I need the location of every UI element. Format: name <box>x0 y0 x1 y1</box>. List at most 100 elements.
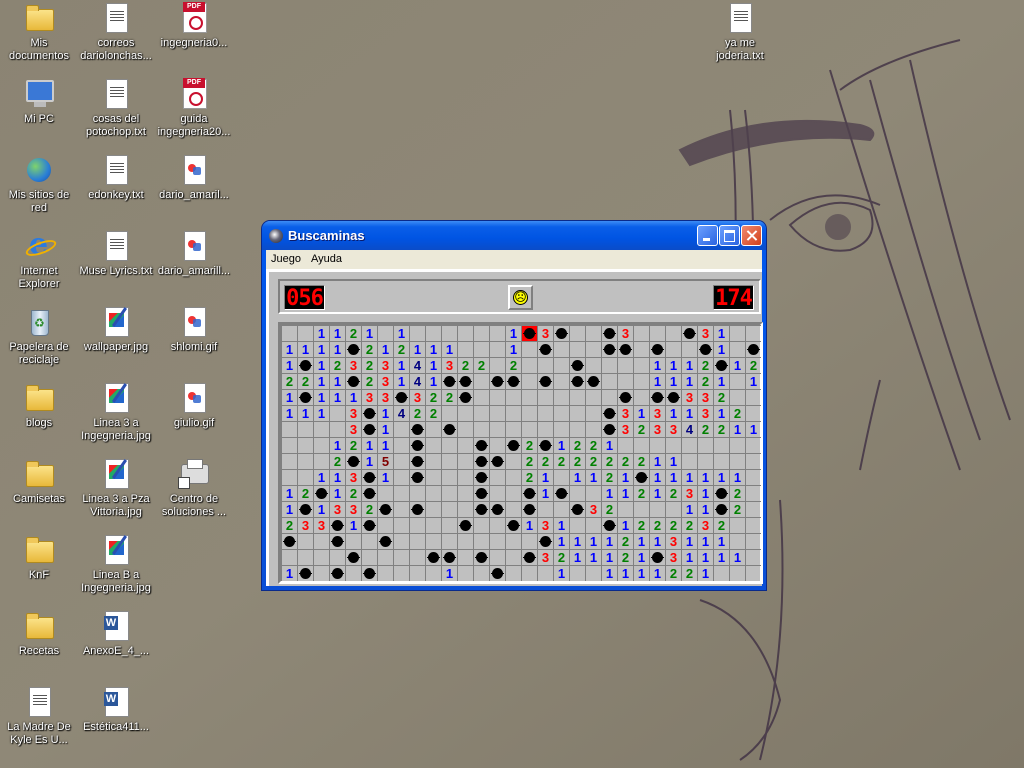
number-cell[interactable]: 2 <box>617 533 633 549</box>
number-cell[interactable]: 2 <box>697 373 713 389</box>
number-cell[interactable]: 1 <box>729 421 745 437</box>
empty-cell[interactable] <box>585 517 601 533</box>
empty-cell[interactable] <box>489 421 505 437</box>
number-cell[interactable]: 1 <box>377 405 393 421</box>
number-cell[interactable]: 1 <box>681 357 697 373</box>
empty-cell[interactable] <box>329 421 345 437</box>
number-cell[interactable]: 1 <box>697 469 713 485</box>
minimize-button[interactable] <box>697 225 718 246</box>
number-cell[interactable]: 2 <box>649 517 665 533</box>
mine-cell[interactable] <box>409 421 425 437</box>
empty-cell[interactable] <box>409 549 425 565</box>
number-cell[interactable]: 2 <box>601 501 617 517</box>
empty-cell[interactable] <box>297 453 313 469</box>
number-cell[interactable]: 2 <box>601 453 617 469</box>
number-cell[interactable]: 3 <box>665 533 681 549</box>
empty-cell[interactable] <box>569 405 585 421</box>
empty-cell[interactable] <box>329 405 345 421</box>
number-cell[interactable]: 1 <box>313 341 329 357</box>
empty-cell[interactable] <box>457 325 473 341</box>
number-cell[interactable]: 1 <box>329 325 345 341</box>
mine-cell[interactable] <box>473 437 489 453</box>
empty-cell[interactable] <box>729 533 745 549</box>
number-cell[interactable]: 1 <box>713 549 729 565</box>
number-cell[interactable]: 1 <box>377 421 393 437</box>
empty-cell[interactable] <box>553 373 569 389</box>
number-cell[interactable]: 3 <box>665 421 681 437</box>
mine-cell[interactable] <box>601 405 617 421</box>
empty-cell[interactable] <box>457 405 473 421</box>
number-cell[interactable]: 1 <box>441 565 457 581</box>
number-cell[interactable]: 2 <box>441 389 457 405</box>
empty-cell[interactable] <box>457 469 473 485</box>
mine-cell[interactable] <box>473 485 489 501</box>
number-cell[interactable]: 1 <box>313 373 329 389</box>
menu-juego[interactable]: Juego <box>271 253 301 265</box>
number-cell[interactable]: 3 <box>377 389 393 405</box>
number-cell[interactable]: 1 <box>393 357 409 373</box>
empty-cell[interactable] <box>393 469 409 485</box>
empty-cell[interactable] <box>665 501 681 517</box>
number-cell[interactable]: 2 <box>713 421 729 437</box>
number-cell[interactable]: 1 <box>281 357 297 373</box>
empty-cell[interactable] <box>617 437 633 453</box>
mine-cell[interactable] <box>409 453 425 469</box>
number-cell[interactable]: 1 <box>633 533 649 549</box>
empty-cell[interactable] <box>601 389 617 405</box>
number-cell[interactable]: 1 <box>329 341 345 357</box>
number-cell[interactable]: 3 <box>329 501 345 517</box>
mine-cell[interactable] <box>713 485 729 501</box>
number-cell[interactable]: 1 <box>617 485 633 501</box>
number-cell[interactable]: 1 <box>617 517 633 533</box>
empty-cell[interactable] <box>681 341 697 357</box>
mine-cell[interactable] <box>313 485 329 501</box>
empty-cell[interactable] <box>585 325 601 341</box>
number-cell[interactable]: 1 <box>585 533 601 549</box>
mine-cell[interactable] <box>457 389 473 405</box>
number-cell[interactable]: 1 <box>553 517 569 533</box>
empty-cell[interactable] <box>697 437 713 453</box>
mine-cell[interactable] <box>745 341 761 357</box>
number-cell[interactable]: 1 <box>681 533 697 549</box>
empty-cell[interactable] <box>473 421 489 437</box>
number-cell[interactable]: 3 <box>585 501 601 517</box>
empty-cell[interactable] <box>713 565 729 581</box>
desktop-icon[interactable]: Centro de soluciones ... <box>155 458 233 519</box>
empty-cell[interactable] <box>553 469 569 485</box>
number-cell[interactable]: 2 <box>297 485 313 501</box>
number-cell[interactable]: 3 <box>409 389 425 405</box>
empty-cell[interactable] <box>489 341 505 357</box>
empty-cell[interactable] <box>377 325 393 341</box>
empty-cell[interactable] <box>537 357 553 373</box>
empty-cell[interactable] <box>585 341 601 357</box>
empty-cell[interactable] <box>457 501 473 517</box>
number-cell[interactable]: 2 <box>729 405 745 421</box>
empty-cell[interactable] <box>521 389 537 405</box>
empty-cell[interactable] <box>489 357 505 373</box>
desktop-icon[interactable]: wallpaper.jpg <box>77 306 155 354</box>
number-cell[interactable]: 1 <box>521 517 537 533</box>
number-cell[interactable]: 2 <box>729 485 745 501</box>
number-cell[interactable]: 1 <box>553 533 569 549</box>
desktop-icon[interactable]: giulio.gif <box>155 382 233 430</box>
number-cell[interactable]: 2 <box>521 437 537 453</box>
mine-cell[interactable] <box>649 549 665 565</box>
number-cell[interactable]: 1 <box>313 357 329 373</box>
number-cell[interactable]: 1 <box>281 565 297 581</box>
empty-cell[interactable] <box>745 517 761 533</box>
mine-cell[interactable] <box>569 373 585 389</box>
empty-cell[interactable] <box>617 501 633 517</box>
mine-cell[interactable] <box>505 437 521 453</box>
empty-cell[interactable] <box>569 341 585 357</box>
number-cell[interactable]: 4 <box>409 357 425 373</box>
empty-cell[interactable] <box>473 405 489 421</box>
number-cell[interactable]: 2 <box>585 453 601 469</box>
number-cell[interactable]: 1 <box>345 389 361 405</box>
mine-cell[interactable] <box>713 357 729 373</box>
empty-cell[interactable] <box>313 549 329 565</box>
empty-cell[interactable] <box>585 405 601 421</box>
number-cell[interactable]: 1 <box>665 469 681 485</box>
empty-cell[interactable] <box>457 549 473 565</box>
number-cell[interactable]: 1 <box>345 517 361 533</box>
empty-cell[interactable] <box>569 565 585 581</box>
